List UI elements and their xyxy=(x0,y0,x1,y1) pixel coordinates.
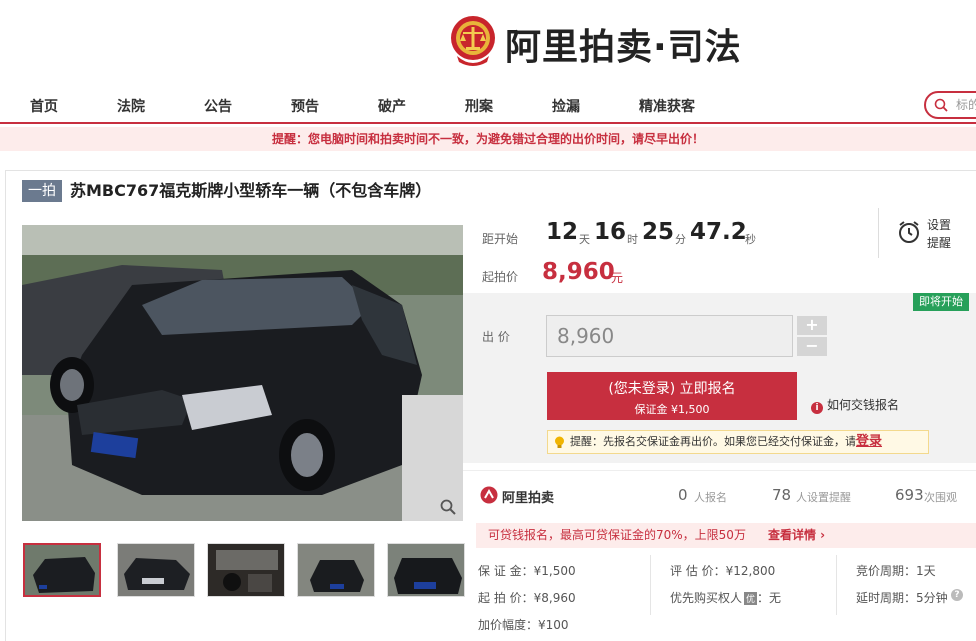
priority-buyer-value: ：无 xyxy=(757,591,782,605)
deposit-detail: 保 证 金：¥1,500 xyxy=(478,564,576,578)
login-link[interactable]: 登录 xyxy=(856,434,882,449)
ali-auction-brand: 阿里拍卖 xyxy=(502,491,555,506)
search-placeholder: 标的 xyxy=(956,98,976,112)
countdown-minutes: 25 xyxy=(642,219,675,245)
search-input[interactable]: 标的 xyxy=(924,91,976,119)
ali-auction-logo-icon xyxy=(480,486,498,508)
round-tag: 一拍 xyxy=(22,180,62,202)
countdown-days-unit: 天 xyxy=(579,233,590,246)
bidding-cycle-detail: 竞价周期：1天 xyxy=(856,564,936,578)
countdown-hours-unit: 时 xyxy=(627,233,638,246)
countdown-minutes-unit: 分 xyxy=(675,233,686,246)
loan-promo: 可贷钱报名，最高可贷保证金的70%，上限50万 查看详情 › xyxy=(476,523,976,548)
thumbnail-2[interactable] xyxy=(117,543,195,597)
reminder-count-label: 人设置提醒 xyxy=(796,491,851,504)
zoom-icon[interactable] xyxy=(440,499,456,519)
detail-divider-1 xyxy=(650,555,651,615)
nav-home[interactable]: 首页 xyxy=(30,96,58,116)
increase-bid-button[interactable]: + xyxy=(797,316,827,335)
time-mismatch-notice: 提醒：您电脑时间和拍卖时间不一致，为避免错过合理的出价时间，请尽早出价！ xyxy=(0,127,976,151)
decrease-bid-button[interactable]: − xyxy=(797,337,827,356)
site-header: 阿里拍卖·司法 xyxy=(0,0,976,86)
site-logo-text[interactable]: 阿里拍卖·司法 xyxy=(505,18,742,70)
set-reminder-button[interactable]: 设置 提醒 xyxy=(878,208,976,258)
register-now-button[interactable]: (您未登录) 立即报名 保证金 ¥1,500 xyxy=(547,372,797,420)
countdown-seconds-unit: 秒 xyxy=(745,233,756,246)
alarm-clock-icon xyxy=(899,221,919,243)
start-price-unit: 元 xyxy=(611,271,624,285)
how-to-pay-link[interactable]: i 如何交钱报名 xyxy=(811,396,899,414)
view-count: 693 xyxy=(895,486,924,504)
login-tip: 提醒：先报名交保证金再出价。如果您已经交付保证金，请登录 xyxy=(547,430,929,454)
search-icon xyxy=(934,98,948,112)
item-title: 苏MBC767福克斯牌小型轿车一辆（不包含车牌） xyxy=(70,181,432,200)
countdown-seconds: 47.2 xyxy=(690,219,747,245)
reminder-label-1: 设置 xyxy=(927,218,952,232)
court-emblem-icon xyxy=(449,14,497,68)
reminder-label-2: 提醒 xyxy=(927,236,952,250)
priority-buyer-detail: 优先购买权人优：无 xyxy=(670,589,781,606)
countdown-label: 距开始 xyxy=(482,232,519,246)
start-price-detail: 起 拍 价：¥8,960 xyxy=(478,591,576,605)
bid-label: 出 价 xyxy=(482,330,510,344)
view-count-label: 次围观 xyxy=(924,491,957,504)
enrolled-count: 0 xyxy=(678,486,688,504)
lightbulb-icon xyxy=(555,436,564,448)
thumbnail-3[interactable] xyxy=(207,543,285,597)
thumbnail-5[interactable] xyxy=(387,543,465,597)
nav-preview[interactable]: 预告 xyxy=(291,96,319,116)
delay-cycle-detail: 延时周期：5分钟 xyxy=(856,591,948,605)
appraisal-detail: 评 估 价：¥12,800 xyxy=(670,564,776,578)
main-nav: 首页 法院 公告 预告 破产 刑案 捡漏 精准获客 xyxy=(0,86,976,124)
priority-buyer-label: 优先购买权人 xyxy=(670,591,743,605)
nav-criminal[interactable]: 刑案 xyxy=(465,96,493,116)
increment-detail: 加价幅度：¥100 xyxy=(478,618,569,632)
detail-divider-2 xyxy=(836,555,837,615)
main-photo[interactable] xyxy=(22,225,463,521)
tip-text: 提醒：先报名交保证金再出价。如果您已经交付保证金，请 xyxy=(570,435,856,448)
nav-precise-customers[interactable]: 精准获客 xyxy=(639,96,695,116)
view-details-link[interactable]: 查看详情 › xyxy=(768,528,825,542)
nav-courts[interactable]: 法院 xyxy=(117,96,145,116)
deposit-amount: 保证金 ¥1,500 xyxy=(634,403,710,416)
priority-badge: 优 xyxy=(744,592,758,605)
countdown-hours: 16 xyxy=(594,219,627,245)
bid-amount-input[interactable]: 8,960 xyxy=(546,315,793,357)
nav-announcements[interactable]: 公告 xyxy=(204,96,232,116)
nav-bankruptcy[interactable]: 破产 xyxy=(378,96,406,116)
status-badge: 即将开始 xyxy=(913,293,969,311)
countdown-days: 12 xyxy=(546,219,579,245)
enrolled-label: 人报名 xyxy=(694,491,727,504)
nav-bargains[interactable]: 捡漏 xyxy=(552,96,580,116)
loan-promo-text: 可贷钱报名，最高可贷保证金的70%，上限50万 xyxy=(488,528,746,542)
help-icon[interactable]: ? xyxy=(951,589,963,601)
thumbnail-1[interactable] xyxy=(23,543,101,597)
thumbnail-4[interactable] xyxy=(297,543,375,597)
reminder-count: 78 xyxy=(772,486,792,504)
register-button-label: (您未登录) 立即报名 xyxy=(608,381,736,397)
start-price-label: 起拍价 xyxy=(482,270,519,284)
info-icon: i xyxy=(811,402,823,414)
how-to-pay-label: 如何交钱报名 xyxy=(827,398,900,412)
start-price-value: 8,960 xyxy=(542,259,615,285)
